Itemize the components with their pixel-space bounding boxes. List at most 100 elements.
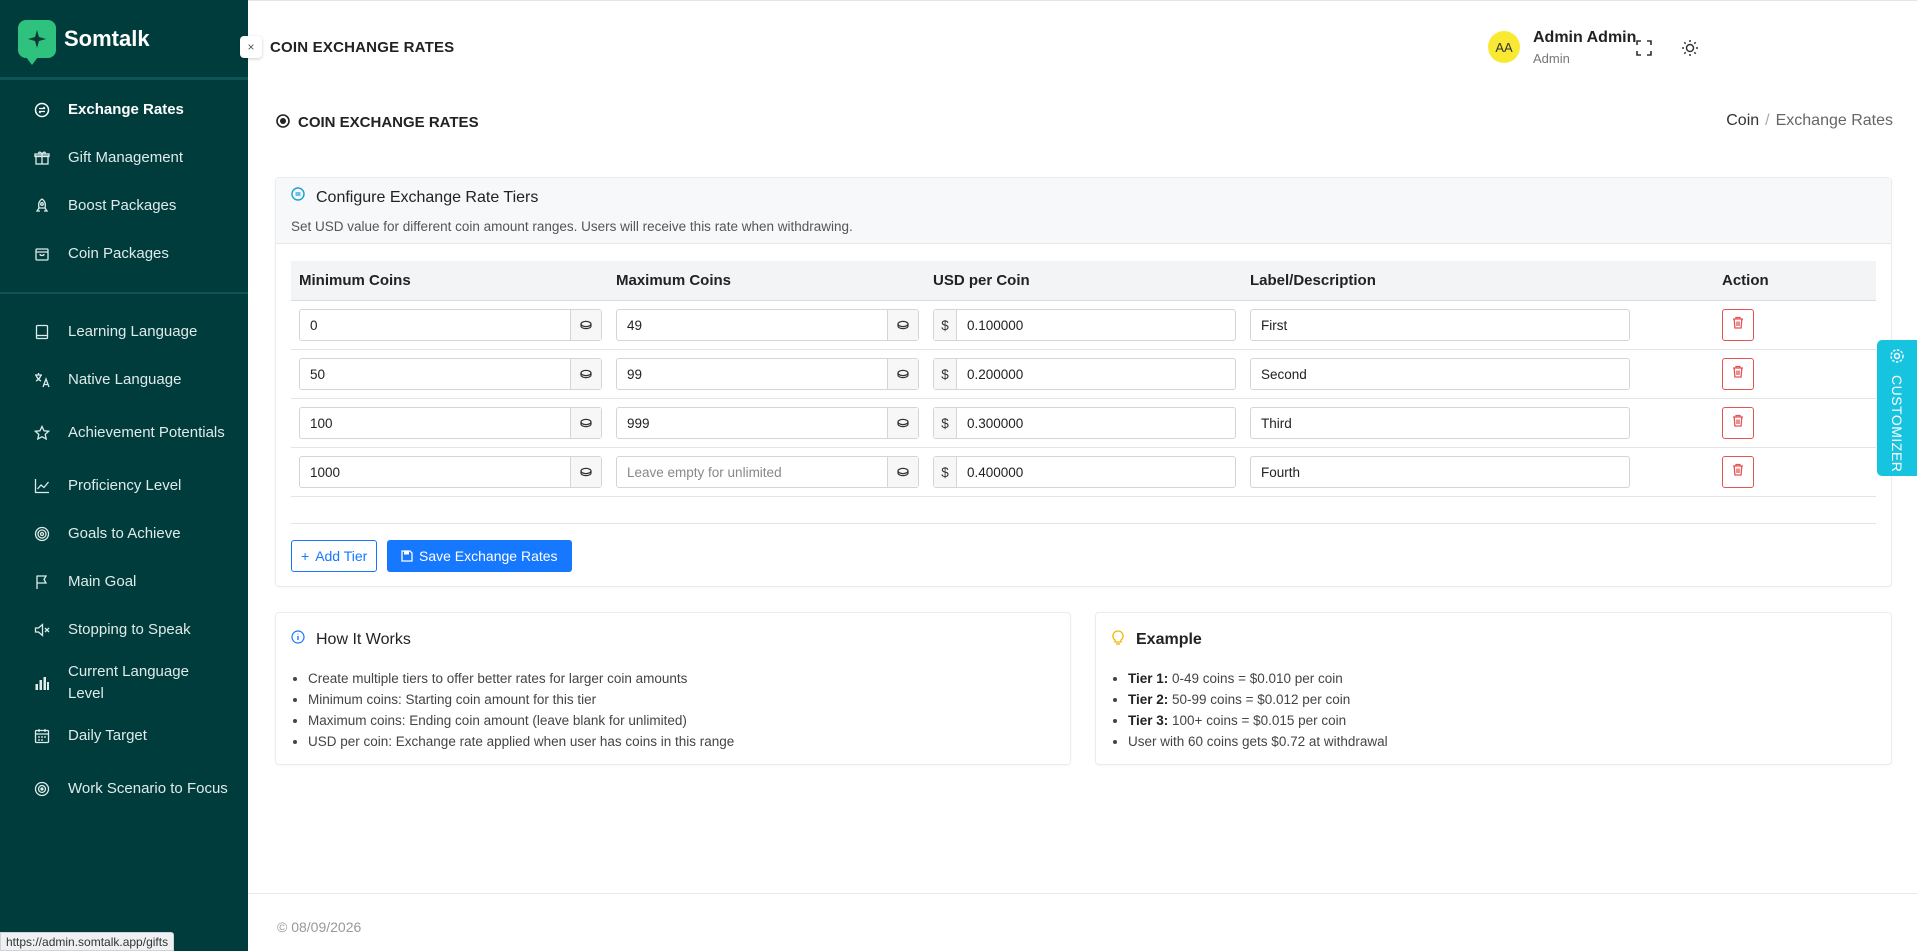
sidebar-item-coin-packages[interactable]: Coin Packages [0, 230, 248, 278]
sidebar-item-label: Goals to Achieve [68, 525, 181, 542]
label-input-group: First [1250, 309, 1630, 341]
flag-icon [32, 572, 52, 592]
sidebar-item-work-scenario-to-focus[interactable]: Work Scenario to Focus [0, 760, 248, 818]
gift-icon [32, 148, 52, 168]
sidebar-item-boost-packages[interactable]: Boost Packages [0, 182, 248, 230]
coin-icon [887, 359, 918, 389]
min-coins-input[interactable]: 1000 [300, 457, 570, 487]
breadcrumb-current: Exchange Rates [1775, 112, 1893, 129]
min-coins-input-group: 0 [299, 309, 602, 341]
table-header: Minimum Coins Maximum Coins USD per Coin… [291, 261, 1876, 301]
label-input[interactable]: Fourth [1251, 457, 1629, 487]
list-item: User with 60 coins gets $0.72 at withdra… [1128, 731, 1388, 752]
coin-icon [887, 408, 918, 438]
example-title: Example [1136, 631, 1202, 648]
usd-per-coin-input[interactable]: 0.200000 [957, 359, 1235, 389]
theme-toggle-icon[interactable] [1679, 37, 1701, 59]
max-coins-input[interactable]: 49 [617, 310, 887, 340]
sidebar-item-label: Boost Packages [68, 197, 177, 214]
add-tier-button[interactable]: + Add Tier [291, 540, 378, 572]
label-input[interactable]: Third [1251, 408, 1629, 438]
max-coins-input-group: 49 [616, 309, 919, 341]
coin-icon [276, 114, 290, 133]
sidebar-item-daily-target[interactable]: Daily Target [0, 712, 248, 760]
min-coins-input[interactable]: 100 [300, 408, 570, 438]
usd-per-coin-input[interactable]: 0.300000 [957, 408, 1235, 438]
avatar[interactable]: AA [1488, 31, 1520, 63]
example-tier-text: 100+ coins = $0.015 per coin [1168, 713, 1347, 728]
sidebar-item-current-language-level[interactable]: Current Language Level [0, 654, 248, 712]
breadcrumb-parent[interactable]: Coin [1726, 112, 1759, 129]
sidebar-item-native-language[interactable]: Native Language [0, 356, 248, 404]
sidebar-item-label: Main Goal [68, 573, 137, 590]
min-coins-input[interactable]: 50 [300, 359, 570, 389]
sidebar-item-learning-language[interactable]: Learning Language [0, 308, 248, 356]
delete-tier-button[interactable] [1722, 358, 1754, 390]
user-name[interactable]: Admin Admin [1533, 29, 1636, 47]
example-tier-text: 0-49 coins = $0.010 per coin [1168, 671, 1343, 686]
list-item: USD per coin: Exchange rate applied when… [308, 731, 734, 752]
min-coins-input[interactable]: 0 [300, 310, 570, 340]
sidebar-item-exchange-rates[interactable]: Exchange Rates [0, 86, 248, 134]
page-title: COIN EXCHANGE RATES [298, 114, 479, 131]
exchange-rate-config-card: Configure Exchange Rate Tiers Set USD va… [275, 177, 1892, 587]
delete-tier-button[interactable] [1722, 456, 1754, 488]
label-input[interactable]: Second [1251, 359, 1629, 389]
sidebar: Somtalk Exchange Rates Gift Management Boo… [0, 0, 248, 951]
exchange-icon [32, 100, 52, 120]
tiers-table: Minimum Coins Maximum Coins USD per Coin… [291, 261, 1876, 497]
example-tier-text: User with 60 coins gets $0.72 at withdra… [1128, 734, 1388, 749]
sidebar-item-label: Proficiency Level [68, 477, 182, 494]
usd-per-coin-input[interactable]: 0.100000 [957, 310, 1235, 340]
delete-tier-button[interactable] [1722, 407, 1754, 439]
usd-per-coin-input[interactable]: 0.400000 [957, 457, 1235, 487]
example-tier-label: Tier 1: [1128, 671, 1169, 686]
brand-logo-icon [18, 19, 56, 65]
info-icon [291, 630, 305, 649]
customizer-label: CUSTOMIZER [1889, 375, 1905, 473]
save-exchange-rates-button[interactable]: Save Exchange Rates [387, 540, 572, 572]
example-card: Example Tier 1: 0-49 coins = $0.010 per … [1095, 612, 1892, 765]
footer-copyright: © 08/09/2026 [277, 919, 362, 935]
target-icon [32, 524, 52, 544]
book-icon [32, 322, 52, 342]
how-it-works-title: How It Works [316, 631, 411, 648]
coin-icon [570, 408, 601, 438]
trash-icon [1732, 414, 1744, 432]
sidebar-item-proficiency-level[interactable]: Proficiency Level [0, 462, 248, 510]
max-coins-input[interactable]: Leave empty for unlimited [617, 457, 887, 487]
sidebar-item-achievement-potentials[interactable]: Achievement Potentials [0, 404, 248, 462]
customizer-tab[interactable]: CUSTOMIZER [1877, 340, 1917, 476]
coin-icon [570, 359, 601, 389]
usd-input-group: $0.100000 [933, 309, 1236, 341]
brand[interactable]: Somtalk [0, 0, 248, 80]
max-coins-input[interactable]: 999 [617, 408, 887, 438]
list-item: Maximum coins: Ending coin amount (leave… [308, 710, 734, 731]
sidebar-item-main-goal[interactable]: Main Goal [0, 558, 248, 606]
usd-input-group: $0.300000 [933, 407, 1236, 439]
max-coins-input[interactable]: 99 [617, 359, 887, 389]
trash-icon [1732, 316, 1744, 334]
exchange-icon [291, 187, 305, 206]
max-coins-input-group: 999 [616, 407, 919, 439]
tier-row: 0 49 $0.100000 First [291, 301, 1876, 350]
coin-icon [887, 310, 918, 340]
delete-tier-button[interactable] [1722, 309, 1754, 341]
how-it-works-list: Create multiple tiers to offer better ra… [308, 668, 734, 752]
sidebar-item-goals-to-achieve[interactable]: Goals to Achieve [0, 510, 248, 558]
list-item: Tier 3: 100+ coins = $0.015 per coin [1128, 710, 1388, 731]
coin-icon [570, 457, 601, 487]
sidebar-item-label: Current Language Level [68, 663, 189, 702]
table-body: 0 49 $0.100000 First 50 99 $0.200000 Second 100 9… [291, 301, 1876, 497]
col-max-coins: Maximum Coins [616, 272, 732, 289]
sidebar-collapse-button[interactable]: × [240, 36, 262, 58]
min-coins-input-group: 1000 [299, 456, 602, 488]
sidebar-item-gift-management[interactable]: Gift Management [0, 134, 248, 182]
trash-icon [1732, 463, 1744, 481]
how-it-works-card: How It Works Create multiple tiers to of… [275, 612, 1071, 765]
gear-icon [1889, 348, 1905, 369]
label-input[interactable]: First [1251, 310, 1629, 340]
sidebar-item-stopping-to-speak[interactable]: Stopping to Speak [0, 606, 248, 654]
nav-group-coin: Exchange Rates Gift Management Boost Packa… [0, 80, 248, 284]
sidebar-item-label: Learning Language [68, 323, 198, 340]
